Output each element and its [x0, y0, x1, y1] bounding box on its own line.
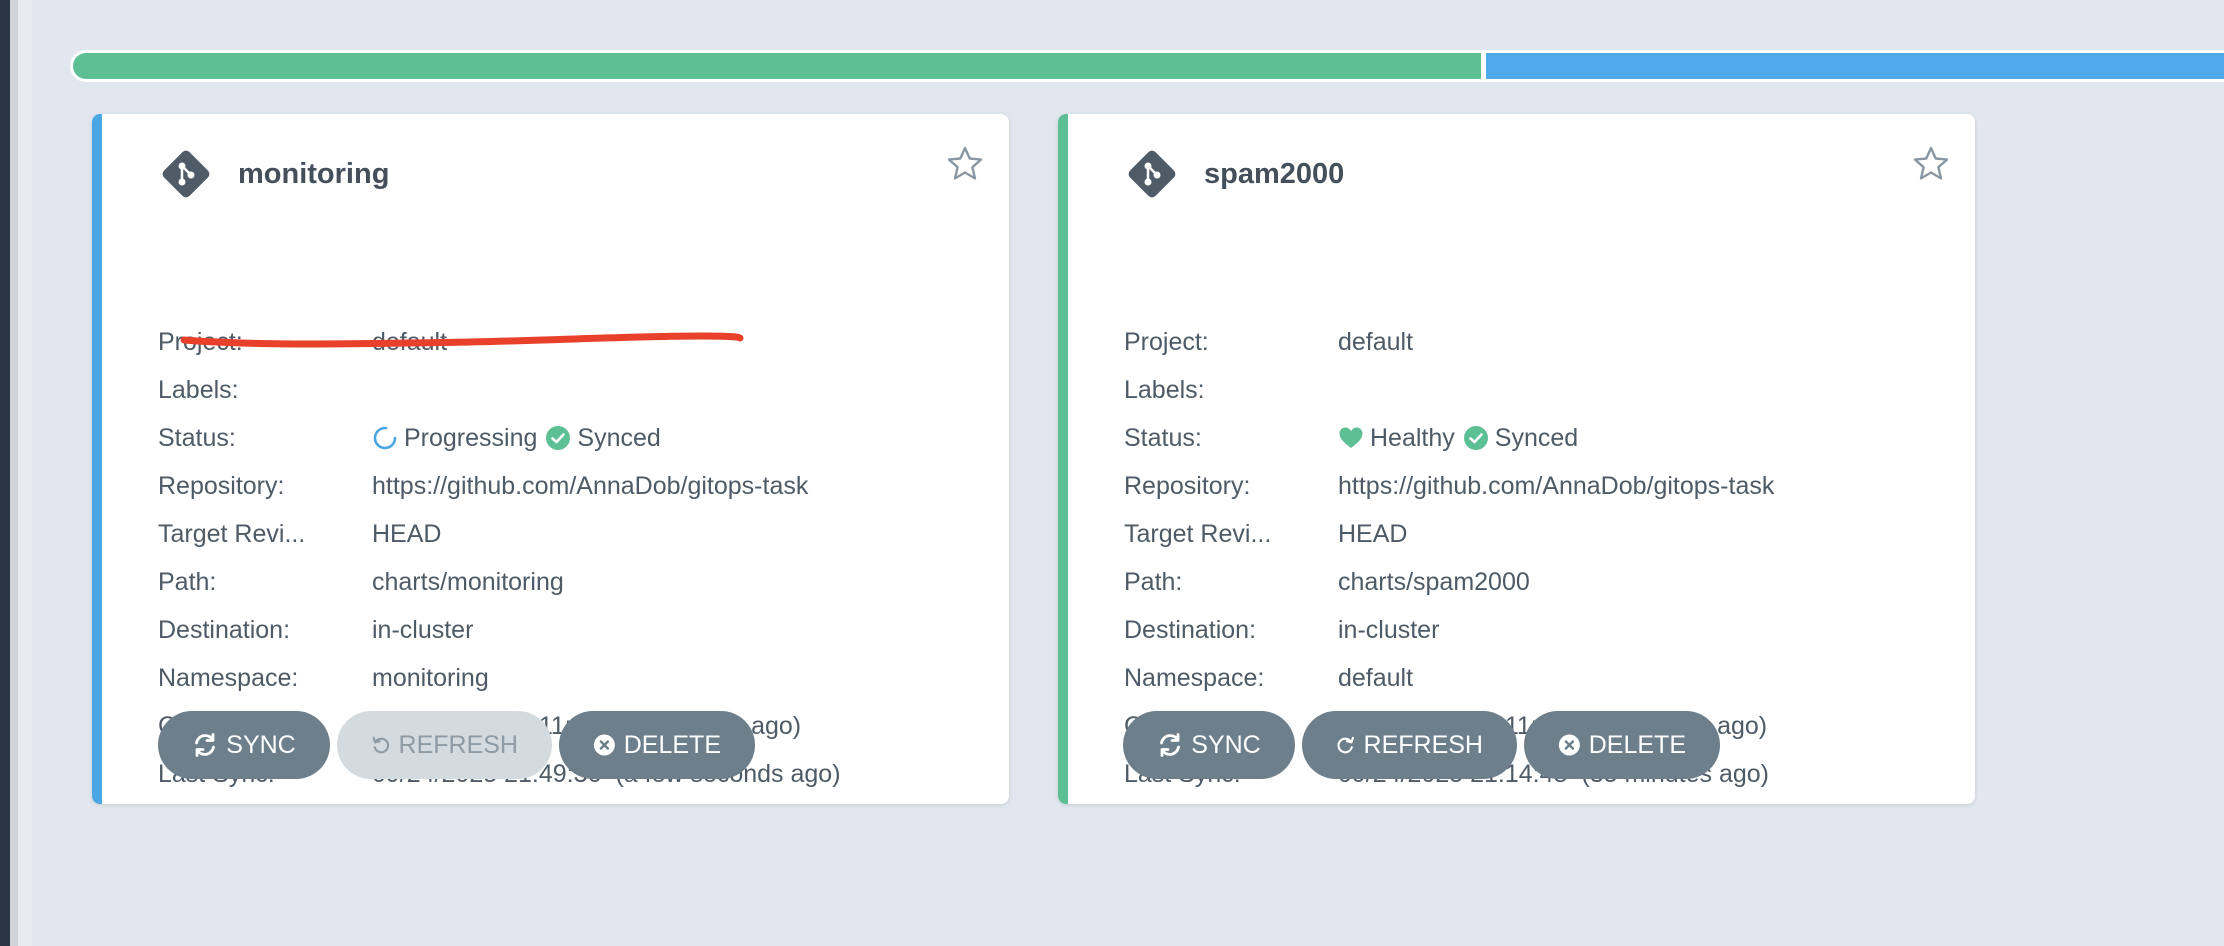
sync-icon — [1160, 733, 1181, 757]
health-status: Progressing — [404, 423, 538, 452]
sync-status: Synced — [1494, 423, 1579, 452]
delete-circle-x-icon — [593, 734, 615, 756]
row-path: Path: charts/spam2000 — [1124, 558, 1530, 606]
row-project: Project: default — [158, 318, 447, 366]
status-label: Status: — [1124, 423, 1202, 452]
star-icon[interactable] — [945, 144, 985, 184]
sync-status: Synced — [577, 423, 661, 452]
delete-button-label: DELETE — [623, 730, 721, 759]
repository-link[interactable]: https://github.com/AnnaDob/gitops-task — [1338, 472, 1774, 501]
sync-icon — [195, 733, 216, 757]
health-status: Healthy — [1370, 423, 1455, 452]
target-revision-value: HEAD — [1338, 519, 1408, 548]
sync-button[interactable]: SYNC — [158, 711, 330, 779]
path-label: Path: — [1124, 567, 1183, 596]
app-title[interactable]: spam2000 — [1204, 158, 1344, 191]
delete-button[interactable]: DELETE — [559, 711, 755, 779]
heart-icon — [1339, 427, 1363, 448]
destination-value: in-cluster — [1338, 615, 1440, 644]
project-label: Project: — [1124, 327, 1209, 356]
app-title[interactable]: monitoring — [238, 158, 389, 191]
repository-label: Repository: — [158, 471, 285, 500]
status-summary-bar — [70, 50, 2224, 82]
check-circle-icon — [546, 426, 571, 450]
repository-link[interactable]: https://github.com/AnnaDob/gitops-task — [372, 472, 808, 501]
status-label: Status: — [158, 423, 236, 452]
status-bar-synced-segment — [73, 53, 1481, 79]
refresh-button[interactable]: REFRESH — [337, 711, 552, 779]
refresh-button-label: REFRESH — [1363, 730, 1483, 759]
path-label: Path: — [158, 567, 217, 596]
row-status: Status: Healthy Synced — [1124, 414, 1578, 462]
labels-label: Labels: — [1124, 375, 1205, 404]
project-label: Project: — [158, 327, 243, 356]
sync-button-label: SYNC — [226, 730, 296, 759]
progressing-spinner-icon — [373, 426, 397, 450]
scrollbar-track[interactable] — [10, 0, 18, 946]
delete-circle-x-icon — [1558, 734, 1580, 756]
path-value: charts/monitoring — [372, 567, 564, 596]
status-bar-other-segment — [1480, 53, 2224, 79]
path-value: charts/spam2000 — [1338, 567, 1530, 596]
namespace-value: monitoring — [372, 663, 489, 692]
row-repository: Repository: https://github.com/AnnaDob/g… — [1124, 462, 1774, 510]
project-value: default — [372, 327, 448, 356]
row-target-revision: Target Revi... HEAD — [158, 510, 441, 558]
row-destination: Destination: in-cluster — [1124, 606, 1439, 654]
row-target-revision: Target Revi... HEAD — [1124, 510, 1407, 558]
row-labels: Labels: — [158, 366, 372, 414]
git-icon — [162, 150, 210, 198]
target-revision-label: Target Revi... — [1124, 519, 1272, 548]
target-revision-label: Target Revi... — [158, 519, 306, 548]
sync-button-label: SYNC — [1191, 730, 1261, 759]
delete-button[interactable]: DELETE — [1524, 711, 1720, 779]
labels-label: Labels: — [158, 375, 239, 404]
card-actions-monitoring: SYNC REFRESH DELETE — [158, 711, 755, 779]
refresh-icon — [1337, 736, 1354, 754]
app-card-spam2000[interactable]: spam2000 Project: default Labels: Status… — [1058, 114, 1975, 804]
namespace-label: Namespace: — [1124, 663, 1265, 692]
git-icon — [1128, 150, 1176, 198]
status-value: Progressing Synced — [372, 424, 661, 453]
delete-button-label: DELETE — [1588, 730, 1686, 759]
namespace-value: default — [1338, 663, 1414, 692]
sync-button[interactable]: SYNC — [1123, 711, 1295, 779]
refresh-button-label: REFRESH — [398, 730, 518, 759]
destination-label: Destination: — [1124, 615, 1257, 644]
app-card-monitoring[interactable]: monitoring Project: default Labels: Stat… — [92, 114, 1009, 804]
row-project: Project: default — [1124, 318, 1413, 366]
destination-value: in-cluster — [372, 615, 474, 644]
refresh-button[interactable]: REFRESH — [1302, 711, 1517, 779]
row-repository: Repository: https://github.com/AnnaDob/g… — [158, 462, 808, 510]
namespace-label: Namespace: — [158, 663, 299, 692]
destination-label: Destination: — [158, 615, 291, 644]
card-status-accent — [1058, 114, 1068, 804]
window-edge — [0, 0, 10, 946]
card-actions-spam2000: SYNC REFRESH DELETE — [1123, 711, 1720, 779]
row-destination: Destination: in-cluster — [158, 606, 473, 654]
status-value: Healthy Synced — [1338, 424, 1578, 453]
row-namespace: Namespace: default — [1124, 654, 1413, 702]
check-circle-icon — [1463, 426, 1488, 450]
repository-label: Repository: — [1124, 471, 1251, 500]
card-status-accent — [92, 114, 102, 804]
refresh-icon — [372, 736, 390, 754]
star-icon[interactable] — [1911, 144, 1951, 184]
row-labels: Labels: — [1124, 366, 1338, 414]
project-value: default — [1338, 327, 1414, 356]
target-revision-value: HEAD — [372, 519, 442, 548]
row-namespace: Namespace: monitoring — [158, 654, 489, 702]
sidebar-edge — [18, 0, 32, 946]
row-status: Status: Progressing Synced — [158, 414, 661, 462]
row-path: Path: charts/monitoring — [158, 558, 564, 606]
